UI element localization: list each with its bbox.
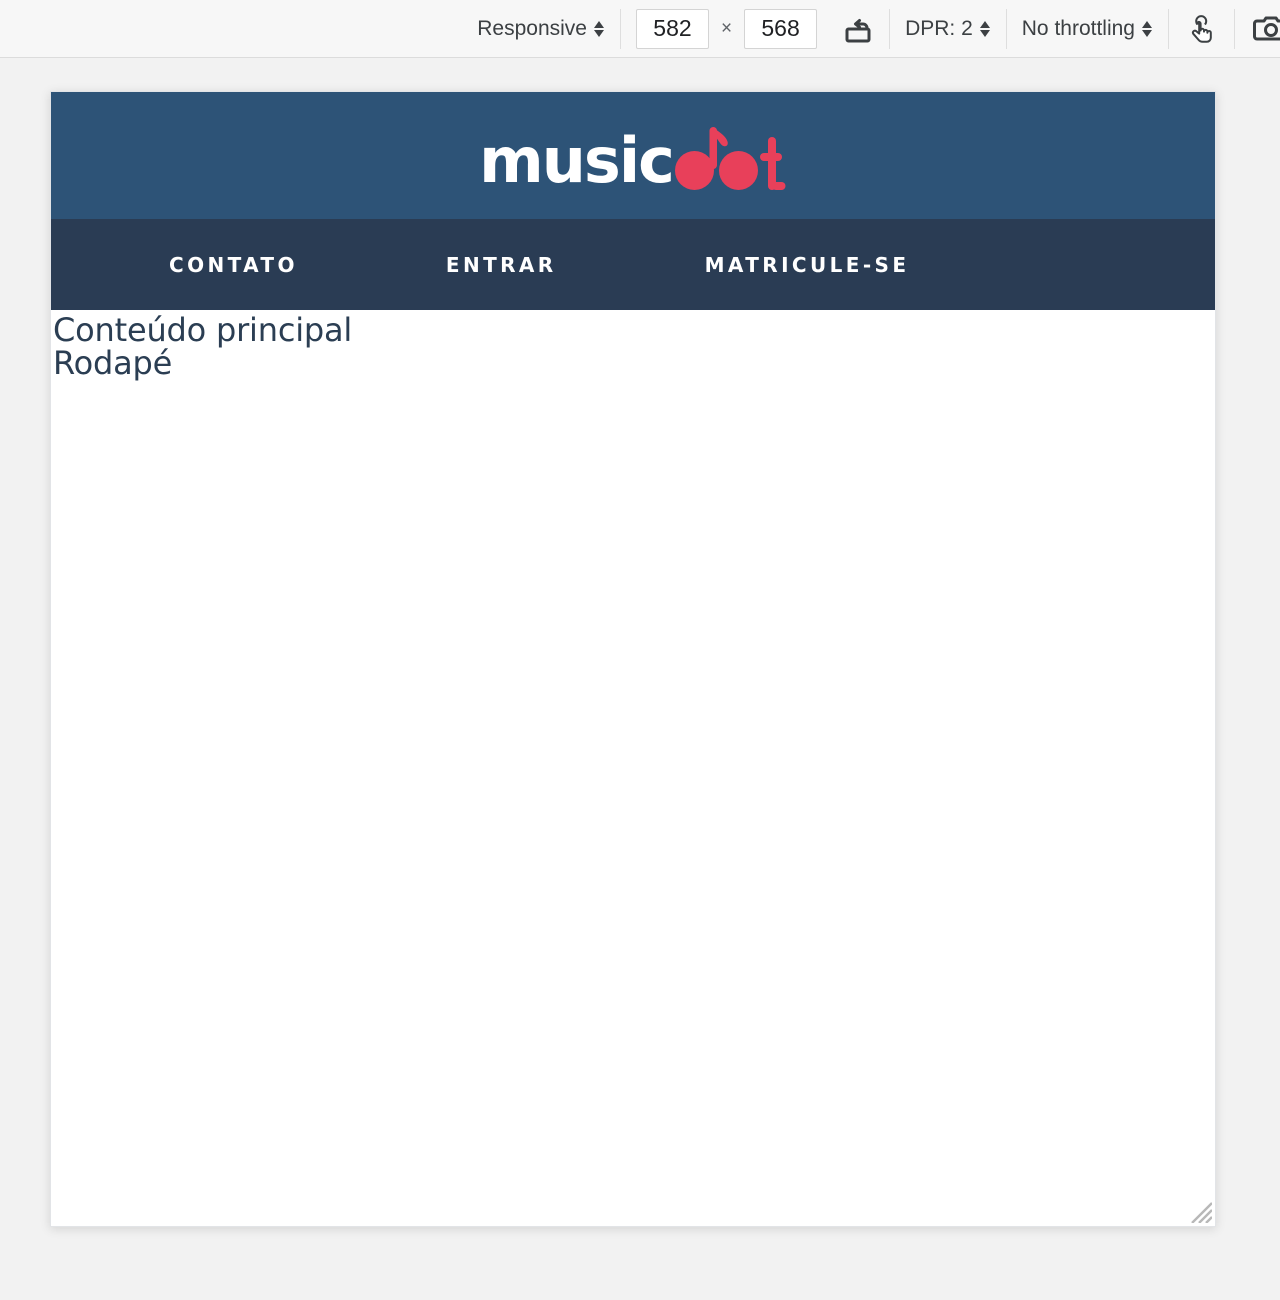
nav-item-matricule-se[interactable]: MATRICULE-SE <box>705 253 910 277</box>
viewport-resize-handle[interactable] <box>1186 1197 1213 1224</box>
throttling-label: No throttling <box>1021 16 1135 40</box>
dpr-select[interactable]: DPR: 2 <box>905 17 990 41</box>
main-content-heading: Conteúdo principal <box>53 311 353 349</box>
chevron-updown-icon <box>593 20 604 37</box>
emulated-viewport[interactable]: music CONTATO ENTRAR MATRICULE-SE Conteú… <box>50 91 1216 1227</box>
touch-group <box>1168 0 1234 58</box>
screenshot-group <box>1234 0 1280 58</box>
device-preset-label: Responsive <box>477 16 587 40</box>
rotate-device-button[interactable] <box>843 14 873 44</box>
device-preset-select[interactable]: Responsive <box>477 17 604 41</box>
viewport-height-value: 568 <box>761 15 800 41</box>
device-preset-group: Responsive <box>461 0 620 58</box>
rotate-device-icon <box>845 18 871 42</box>
viewport-width-value: 582 <box>653 15 692 41</box>
music-note-icon <box>674 126 786 190</box>
throttling-group: No throttling <box>1005 0 1168 58</box>
capture-screenshot-button[interactable] <box>1250 12 1280 46</box>
camera-icon <box>1253 16 1280 40</box>
dimension-separator: × <box>720 17 733 39</box>
site-header: music <box>51 92 1215 219</box>
nav-item-contato[interactable]: CONTATO <box>169 253 298 277</box>
chevron-updown-icon <box>979 20 990 37</box>
nav-item-entrar[interactable]: ENTRAR <box>446 253 557 277</box>
site-main-content: Conteúdo principal Rodapé <box>51 310 1215 380</box>
device-emulation-toolbar: Responsive 582 × 568 DPR: 2 No throttlin… <box>0 0 1280 58</box>
footer-heading: Rodapé <box>53 344 173 382</box>
chevron-updown-icon <box>1142 20 1152 37</box>
dimensions-group: 582 × 568 <box>619 0 889 58</box>
dpr-label: DPR: 2 <box>905 16 973 40</box>
viewport-width-input[interactable]: 582 <box>635 8 709 49</box>
viewport-height-input[interactable]: 568 <box>744 8 818 49</box>
touch-simulation-button[interactable] <box>1184 12 1218 46</box>
dpr-group: DPR: 2 <box>889 0 1006 58</box>
site-nav: CONTATO ENTRAR MATRICULE-SE <box>51 219 1215 310</box>
logo-text-primary: music <box>479 123 675 197</box>
resize-grip-icon <box>1191 1202 1213 1224</box>
touch-hand-icon <box>1191 14 1212 43</box>
logo-musicnote-dot-mark <box>674 120 787 192</box>
site-logo[interactable]: music <box>479 120 787 192</box>
throttling-select[interactable]: No throttling <box>1022 17 1152 41</box>
